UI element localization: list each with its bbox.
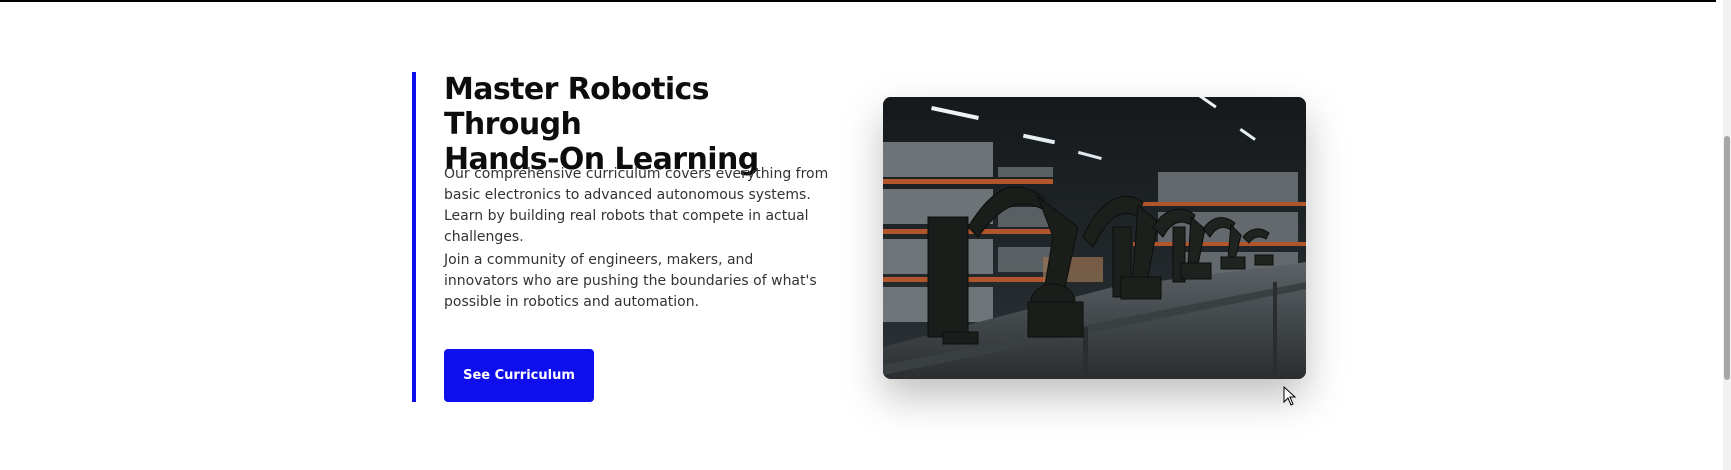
- see-curriculum-button[interactable]: See Curriculum: [444, 349, 594, 402]
- accent-bar: [412, 72, 416, 402]
- section-title-line1: Master Robotics Through: [444, 72, 710, 142]
- community-paragraph: Join a community of engineers, makers, a…: [444, 252, 817, 310]
- section-title: Master Robotics Through Hands-On Learnin…: [444, 72, 844, 177]
- mouse-cursor-icon: [1283, 386, 1297, 406]
- robotics-image: [883, 97, 1306, 379]
- scrollbar-thumb[interactable]: [1724, 136, 1730, 380]
- page-scrollbar[interactable]: [1723, 0, 1731, 470]
- top-border: [0, 0, 1716, 2]
- text-column: Master Robotics Through Hands-On Learnin…: [444, 72, 844, 402]
- robotic-arms-photo: [883, 97, 1306, 379]
- intro-paragraph: Our comprehensive curriculum covers ever…: [444, 166, 829, 245]
- feature-section: Master Robotics Through Hands-On Learnin…: [412, 72, 1312, 402]
